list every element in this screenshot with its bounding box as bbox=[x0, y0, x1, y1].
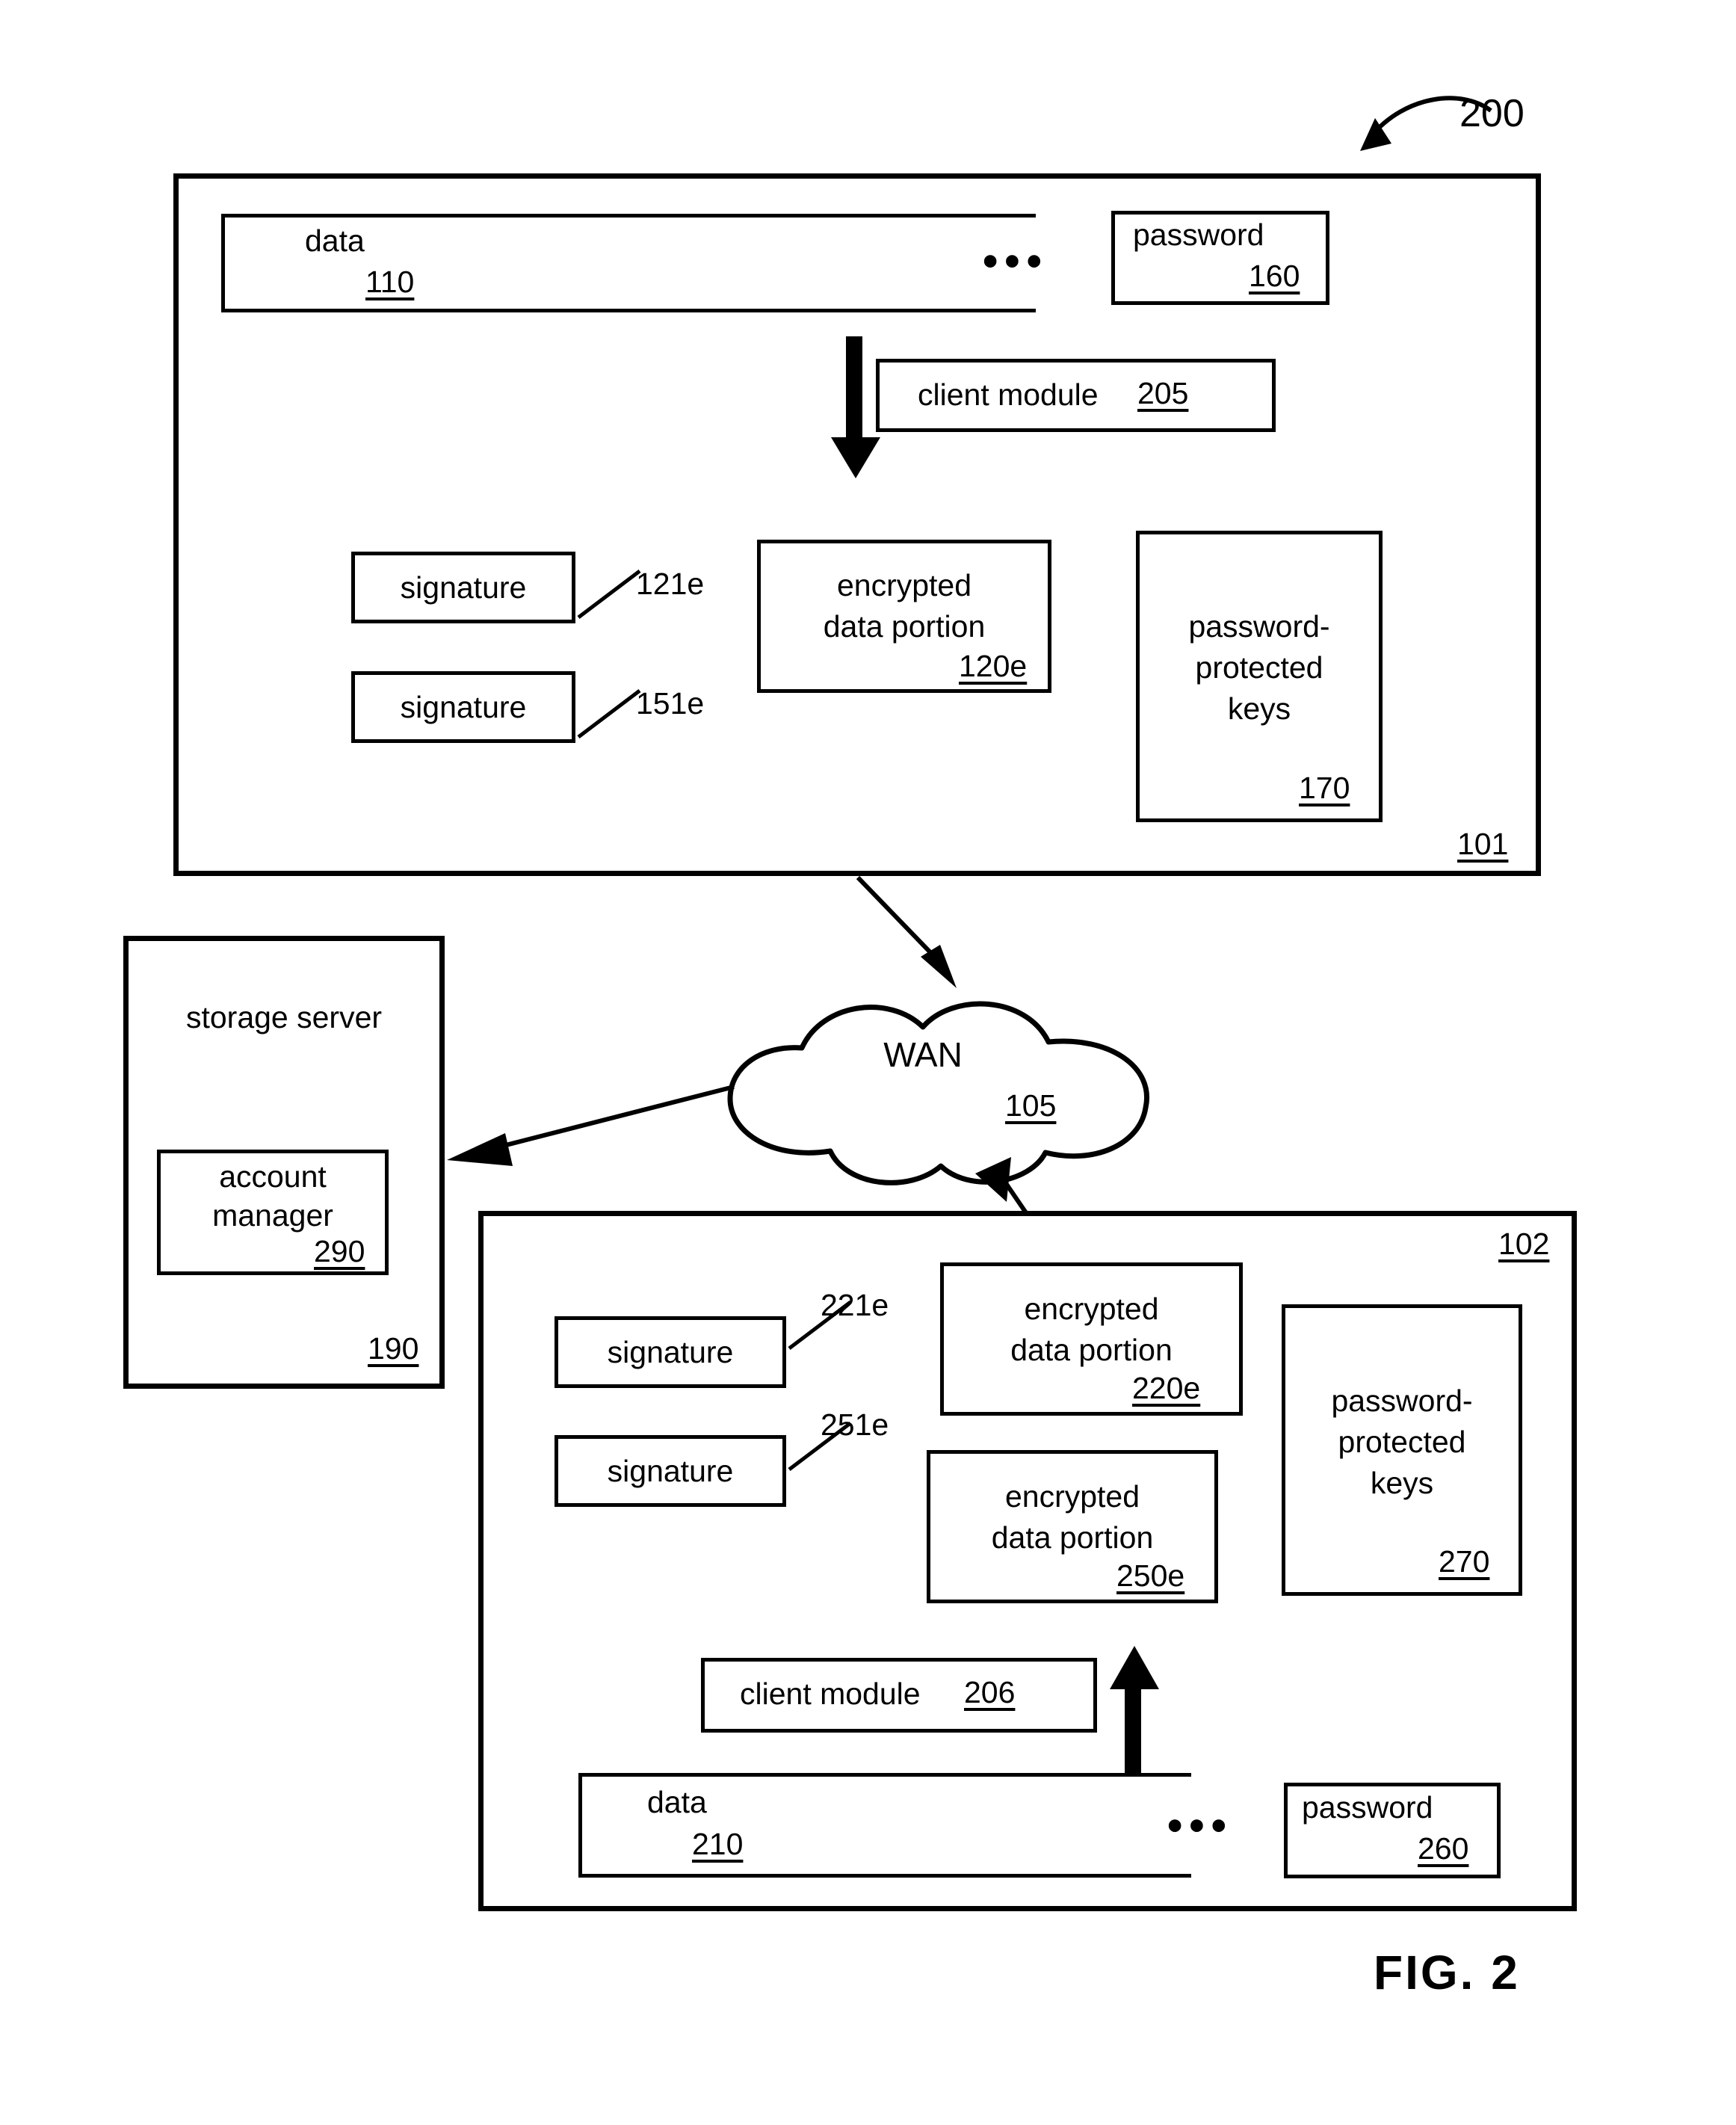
storage-server-label: storage server bbox=[185, 1000, 383, 1034]
encrypted-data-portion-120e-line2: data portion bbox=[823, 609, 986, 644]
wan-cloud-icon bbox=[727, 1001, 1149, 1185]
password-protected-keys-170-ref: 170 bbox=[1299, 771, 1350, 805]
signature-121e-label: signature bbox=[400, 570, 527, 605]
figure-caption: FIG. 2 bbox=[1374, 1946, 1520, 1999]
signature-251e-label: signature bbox=[607, 1454, 734, 1488]
wan-to-storage-server-arrow-icon bbox=[447, 1085, 735, 1166]
signature-121e-ref: 121e bbox=[636, 567, 705, 601]
data-210-ref: 210 bbox=[692, 1827, 744, 1861]
account-manager-290-line2: manager bbox=[212, 1198, 333, 1233]
encryption-flow-arrow-up-icon bbox=[1110, 1646, 1159, 1788]
account-manager-290-line1: account bbox=[219, 1159, 327, 1194]
signature-151e-leader-line bbox=[577, 689, 641, 738]
encrypted-data-portion-120e-ref: 120e bbox=[959, 649, 1028, 683]
password-protected-keys-270-line3: keys bbox=[1370, 1466, 1434, 1500]
signature-151e-label: signature bbox=[400, 690, 527, 724]
encrypted-data-portion-120e-line1: encrypted bbox=[836, 568, 972, 602]
wan-ref-105: 105 bbox=[1005, 1088, 1057, 1123]
client-102-ref: 102 bbox=[1498, 1227, 1550, 1261]
signature-221e-ref: 221e bbox=[821, 1288, 889, 1322]
client-module-205-ref: 205 bbox=[1137, 376, 1189, 410]
encrypted-data-portion-220e-line2: data portion bbox=[1010, 1333, 1173, 1367]
password-160-label: password bbox=[1133, 218, 1264, 252]
encrypted-data-portion-250e-line1: encrypted bbox=[1004, 1479, 1140, 1514]
client-101-to-wan-arrow-icon bbox=[856, 875, 957, 988]
data-110-ref: 110 bbox=[365, 265, 415, 299]
encrypted-data-portion-250e-ref: 250e bbox=[1116, 1558, 1185, 1593]
password-protected-keys-170-line2: protected bbox=[1195, 650, 1323, 685]
signature-251e-ref: 251e bbox=[821, 1407, 889, 1442]
password-protected-keys-270-ref: 270 bbox=[1439, 1544, 1490, 1579]
data-210-label: data bbox=[647, 1785, 707, 1819]
password-260-label: password bbox=[1302, 1790, 1433, 1825]
client-module-205-label: client module bbox=[918, 377, 1099, 412]
client-101-ref: 101 bbox=[1457, 827, 1509, 861]
password-protected-keys-270-line1: password- bbox=[1331, 1384, 1473, 1418]
data-110-label: data bbox=[305, 223, 365, 258]
data-110-ellipsis: ••• bbox=[983, 237, 1048, 286]
password-260-ref: 260 bbox=[1418, 1831, 1469, 1866]
patent-figure-2: 200 101 data 110 ••• password 160 client… bbox=[0, 0, 1736, 2125]
encrypted-data-portion-250e-line2: data portion bbox=[991, 1520, 1154, 1555]
client-module-206-ref: 206 bbox=[964, 1675, 1016, 1709]
signature-151e-ref: 151e bbox=[636, 686, 705, 721]
system-ref-200: 200 bbox=[1459, 92, 1525, 135]
wan-label: WAN bbox=[883, 1035, 963, 1074]
storage-server-190-ref: 190 bbox=[368, 1331, 419, 1366]
password-protected-keys-170-line1: password- bbox=[1188, 609, 1330, 644]
signature-221e-label: signature bbox=[607, 1335, 734, 1369]
encrypted-data-portion-220e-ref: 220e bbox=[1132, 1371, 1201, 1405]
account-manager-290-ref: 290 bbox=[314, 1234, 365, 1268]
signature-121e-leader-line bbox=[577, 570, 641, 619]
encrypted-data-portion-220e-line1: encrypted bbox=[1024, 1292, 1159, 1326]
password-protected-keys-270-line2: protected bbox=[1338, 1425, 1466, 1459]
password-160-ref: 160 bbox=[1249, 259, 1300, 293]
client-module-206-label: client module bbox=[740, 1677, 921, 1711]
data-210-ellipsis: ••• bbox=[1167, 1801, 1233, 1850]
password-protected-keys-170-line3: keys bbox=[1227, 691, 1291, 726]
